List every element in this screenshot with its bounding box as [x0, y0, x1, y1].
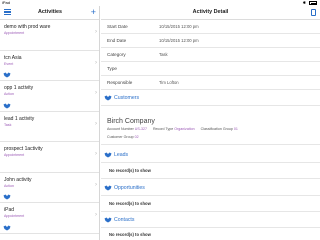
handshake-icon — [3, 72, 11, 78]
detail-header: Activity Detail — [101, 6, 320, 20]
divider — [101, 178, 320, 179]
field-label: Category — [107, 52, 126, 57]
activities-title: Activities — [38, 9, 62, 15]
detail-title: Activity Detail — [192, 9, 229, 15]
customer-group-label: Customer Group — [107, 135, 134, 139]
opportunities-section-header[interactable]: Opportunities — [101, 182, 320, 196]
chevron-right-icon: › — [95, 29, 97, 35]
opportunities-empty-text: No record(s) to show — [109, 201, 151, 206]
field-label: Start Date — [107, 24, 128, 29]
activity-type: Appointment — [4, 31, 25, 35]
activity-type: Task — [4, 122, 12, 127]
activity-name: demo with prod ware — [4, 24, 51, 30]
opportunities-label: Opportunities — [114, 185, 145, 191]
activity-type: Appointment — [4, 214, 25, 218]
add-activity-button[interactable]: + — [91, 6, 96, 18]
chevron-right-icon: › — [95, 59, 97, 66]
divider — [101, 211, 320, 212]
activity-name: prospect 1activity — [4, 146, 43, 152]
activity-list-item[interactable]: prospect 1activity Appointment › — [0, 142, 99, 173]
customer-group-value: 02 — [134, 135, 139, 139]
handshake-icon — [104, 152, 112, 158]
divider — [101, 144, 320, 145]
activity-name: John activity — [4, 176, 32, 183]
battery-icon — [309, 1, 317, 5]
activity-type: Event — [4, 61, 14, 66]
field-start-date: Start Date 10/15/2015 12:00 pm — [101, 21, 320, 34]
activity-name: iPad — [4, 207, 15, 213]
field-value: Tim Lofton — [159, 80, 179, 85]
activity-list-item[interactable]: lead 1 activity Task › — [0, 112, 99, 142]
field-responsible: Responsible Tim Lofton — [101, 77, 320, 90]
activity-list-item[interactable]: iPad Appointment › — [0, 203, 99, 234]
customers-section-header[interactable]: Customers — [101, 92, 320, 106]
device-icon[interactable] — [311, 9, 316, 16]
chevron-right-icon: › — [95, 151, 97, 157]
field-label: Responsible — [107, 80, 133, 85]
activity-type: Action — [4, 183, 14, 188]
activity-list-item[interactable]: demo with prod ware Appointment › — [0, 20, 99, 51]
contacts-label: Contacts — [114, 217, 135, 223]
activity-type: Action — [4, 92, 14, 96]
field-type: Type — [101, 63, 320, 76]
activity-list: demo with prod ware Appointment › tcn Asia E… — [0, 20, 99, 234]
activity-type: Appointment — [4, 153, 25, 157]
field-value: 10/15/2015 12:00 pm — [159, 38, 199, 43]
account-info: Account Number US-327 Record Type Organi… — [107, 127, 243, 131]
account-number-value: US-327 — [134, 127, 147, 131]
chevron-right-icon: › — [95, 181, 97, 188]
activity-name: opp 1 activity — [4, 85, 34, 91]
customers-label: Customers — [114, 95, 140, 101]
contacts-empty-text: No record(s) to show — [109, 232, 151, 237]
activities-pane: Activities + demo with prod ware Appointm… — [0, 6, 100, 240]
contacts-section-header[interactable]: Contacts — [101, 214, 320, 228]
record-type-label: Record Type — [152, 127, 174, 131]
handshake-icon — [104, 217, 112, 223]
account-number-label: Account Number — [107, 127, 134, 131]
classification-group-label: Classification Group — [200, 127, 233, 131]
field-value: 10/15/2015 12:00 pm — [159, 24, 199, 29]
activities-header: Activities + — [0, 6, 99, 20]
field-label: End Date — [107, 38, 127, 43]
record-type-value: Organization — [174, 127, 195, 131]
customer-group-info: Customer Group 02 — [107, 135, 139, 139]
activity-list-item[interactable]: opp 1 activity Action › — [0, 81, 99, 112]
field-category: Category Task — [101, 49, 320, 62]
company-name[interactable]: Birch Company — [107, 118, 155, 125]
activity-detail-pane: Activity Detail Start Date 10/15/2015 12… — [101, 6, 320, 240]
field-label: Type — [107, 66, 117, 71]
chevron-right-icon: › — [95, 90, 97, 96]
activity-name: tcn Asia — [4, 54, 22, 61]
leads-label: Leads — [114, 152, 129, 158]
handshake-icon — [3, 225, 11, 230]
handshake-icon — [3, 194, 11, 200]
activity-name: lead 1 activity — [4, 115, 35, 122]
field-end-date: End Date 10/15/2015 12:00 pm — [101, 35, 320, 48]
activity-list-item[interactable]: John activity Action › — [0, 173, 99, 203]
handshake-icon — [104, 95, 112, 101]
handshake-icon — [104, 185, 112, 191]
field-value: Task — [159, 52, 168, 57]
leads-section-header[interactable]: Leads — [101, 149, 320, 163]
handshake-icon — [3, 103, 11, 108]
chevron-right-icon: › — [95, 120, 97, 127]
chevron-right-icon: › — [95, 212, 97, 218]
leads-empty-text: No record(s) to show — [109, 168, 151, 173]
classification-group-value: 01 — [233, 127, 238, 131]
activity-list-item[interactable]: tcn Asia Event › — [0, 51, 99, 81]
